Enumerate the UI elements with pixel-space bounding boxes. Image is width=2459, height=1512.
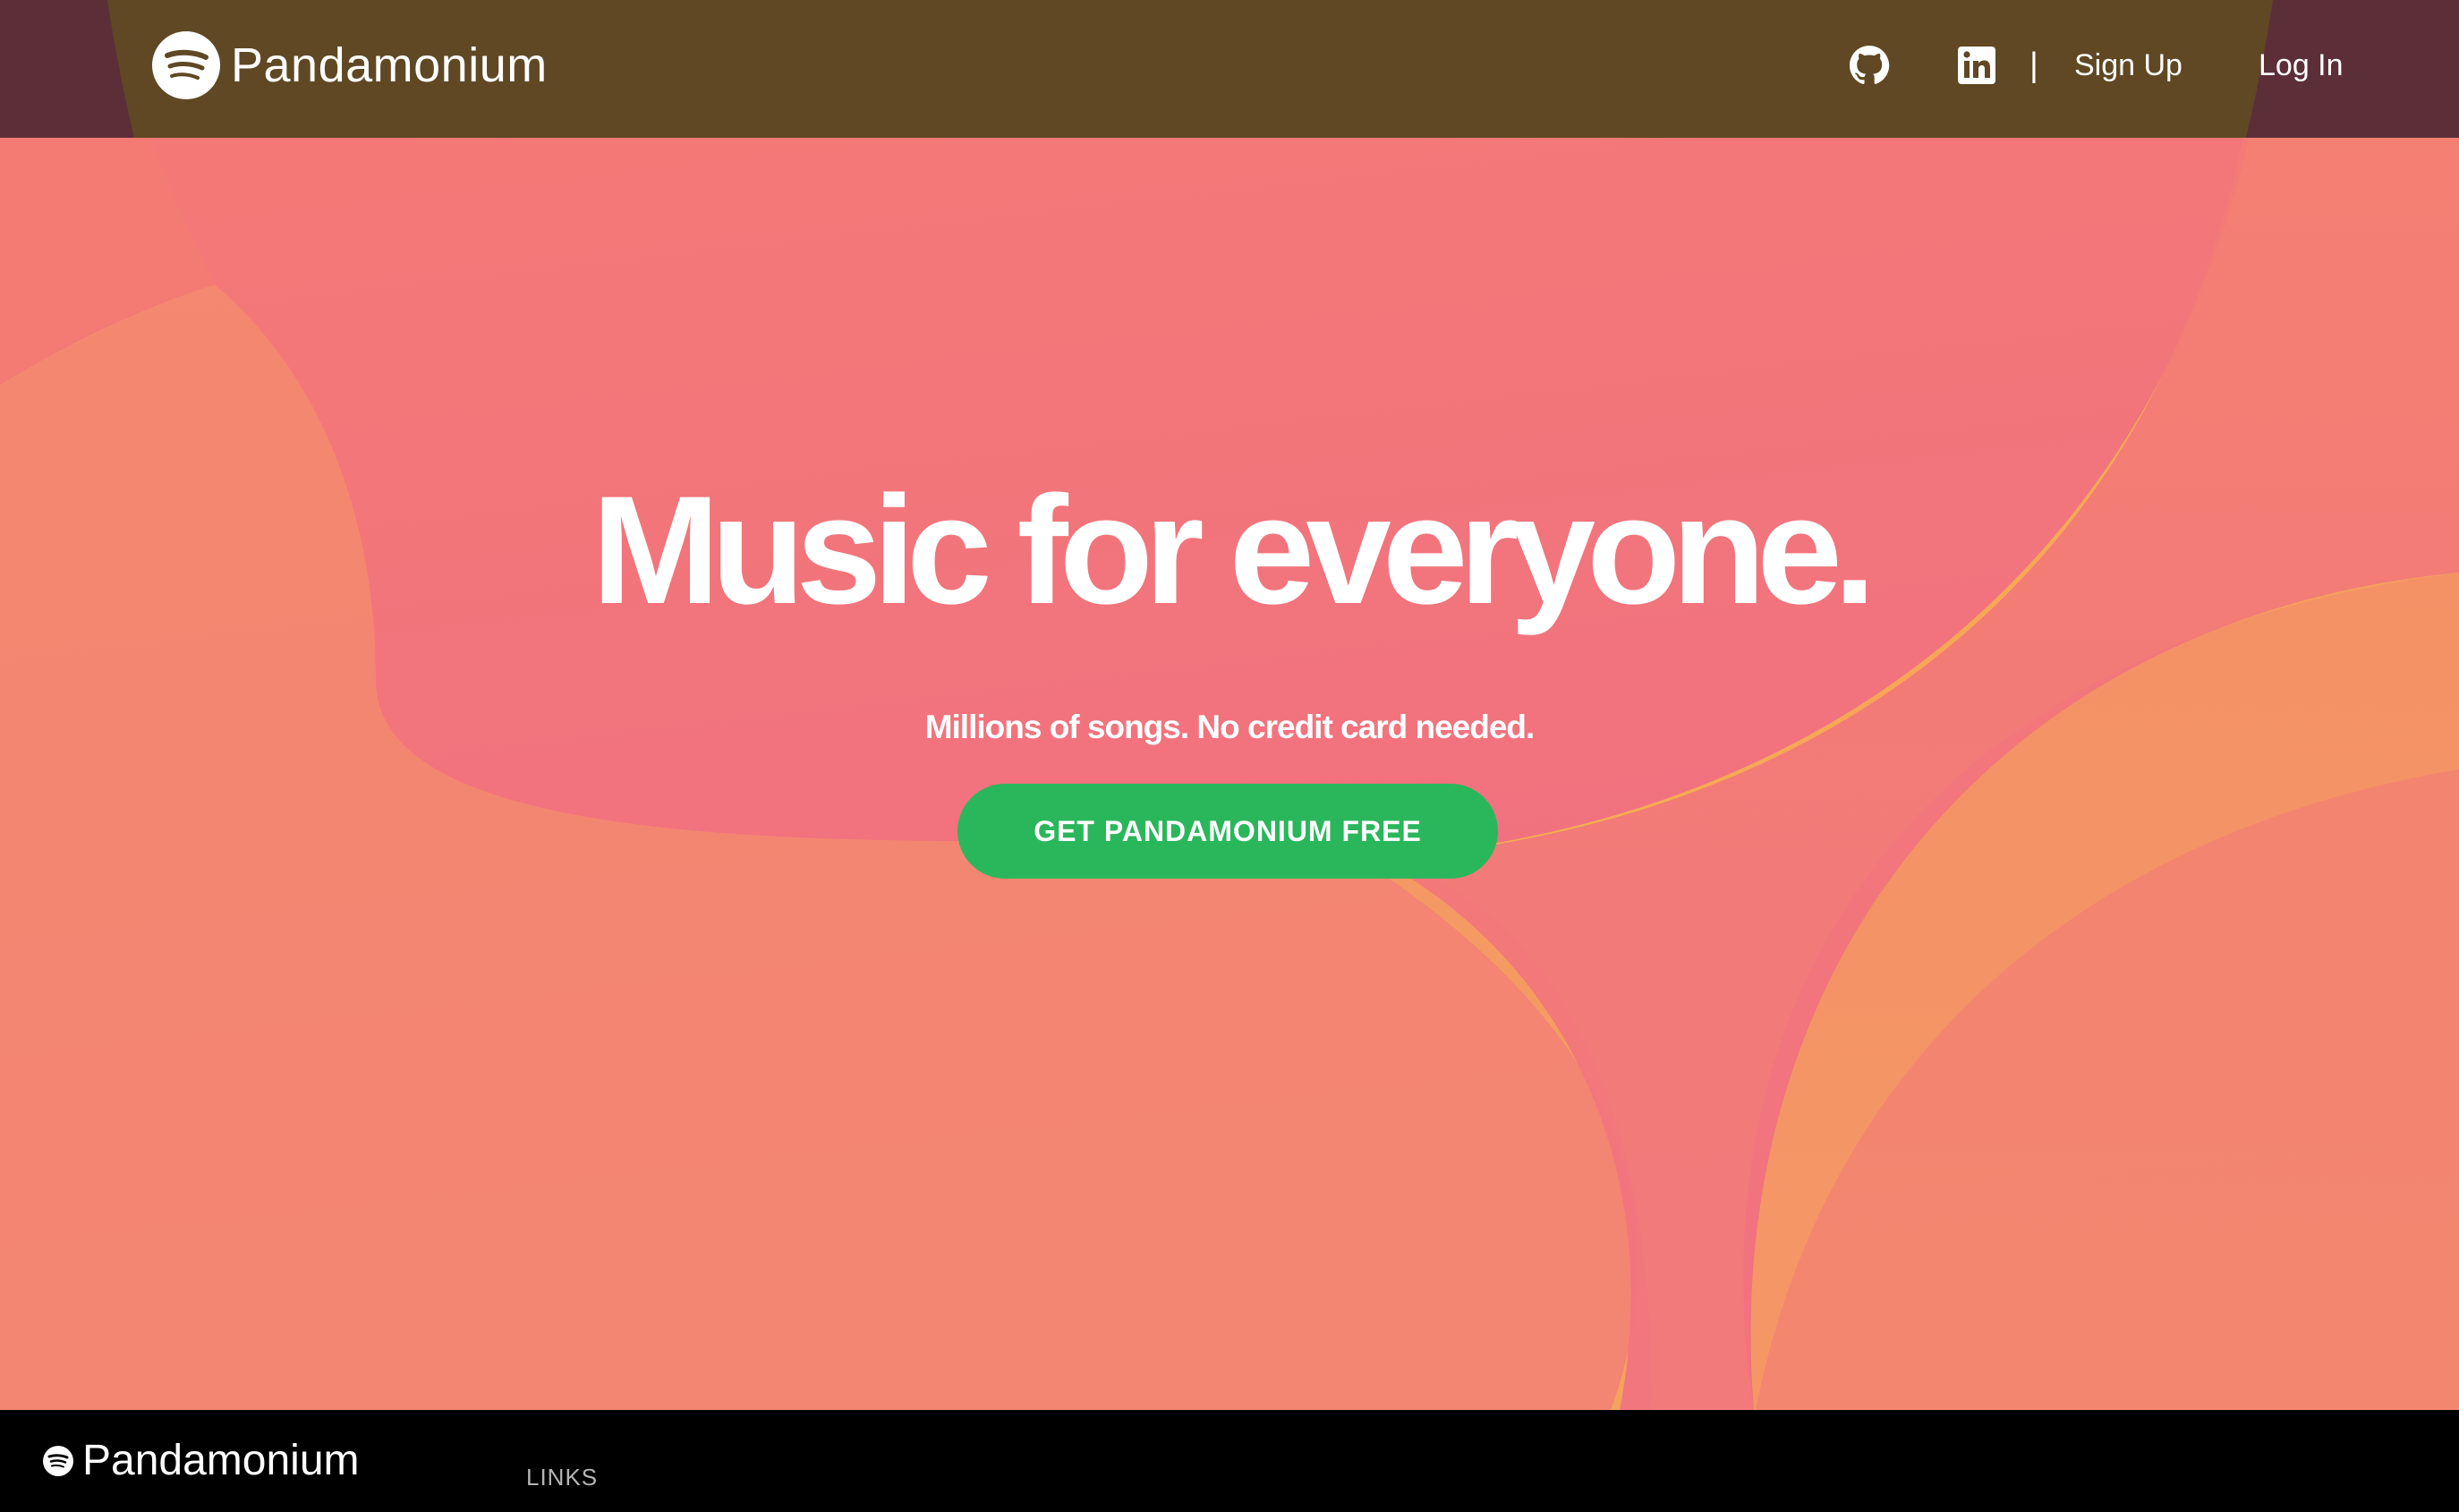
hero-section: Music for everyone. Millions of songs. N…	[0, 0, 2459, 1410]
sign-up-link[interactable]: Sign Up	[2074, 40, 2182, 90]
footer: Pandamonium	[0, 1410, 2459, 1512]
brand-logo-link[interactable]: Pandamonium	[152, 31, 548, 99]
get-pandamonium-free-button[interactable]: GET PANDAMONIUM FREE	[957, 784, 1498, 879]
hero-subtitle: Millions of songs. No credit card needed…	[924, 709, 1536, 745]
landing-page: Music for everyone. Millions of songs. N…	[0, 0, 2459, 1512]
hero-title: Music for everyone.	[591, 464, 1876, 637]
github-icon[interactable]	[1849, 45, 1890, 86]
pandamonium-logo-icon	[152, 31, 220, 99]
footer-brand-name: Pandamonium	[82, 1437, 360, 1484]
brand-name: Pandamonium	[231, 38, 548, 92]
linkedin-icon[interactable]	[1956, 45, 1997, 86]
top-navbar: Pandamonium | Sign Up Log In	[0, 0, 2459, 138]
footer-brand-logo[interactable]: Pandamonium	[43, 1431, 360, 1491]
pandamonium-logo-icon	[43, 1446, 73, 1476]
log-in-link[interactable]: Log In	[2259, 40, 2344, 90]
footer-links-heading: LINKS	[526, 1464, 599, 1491]
